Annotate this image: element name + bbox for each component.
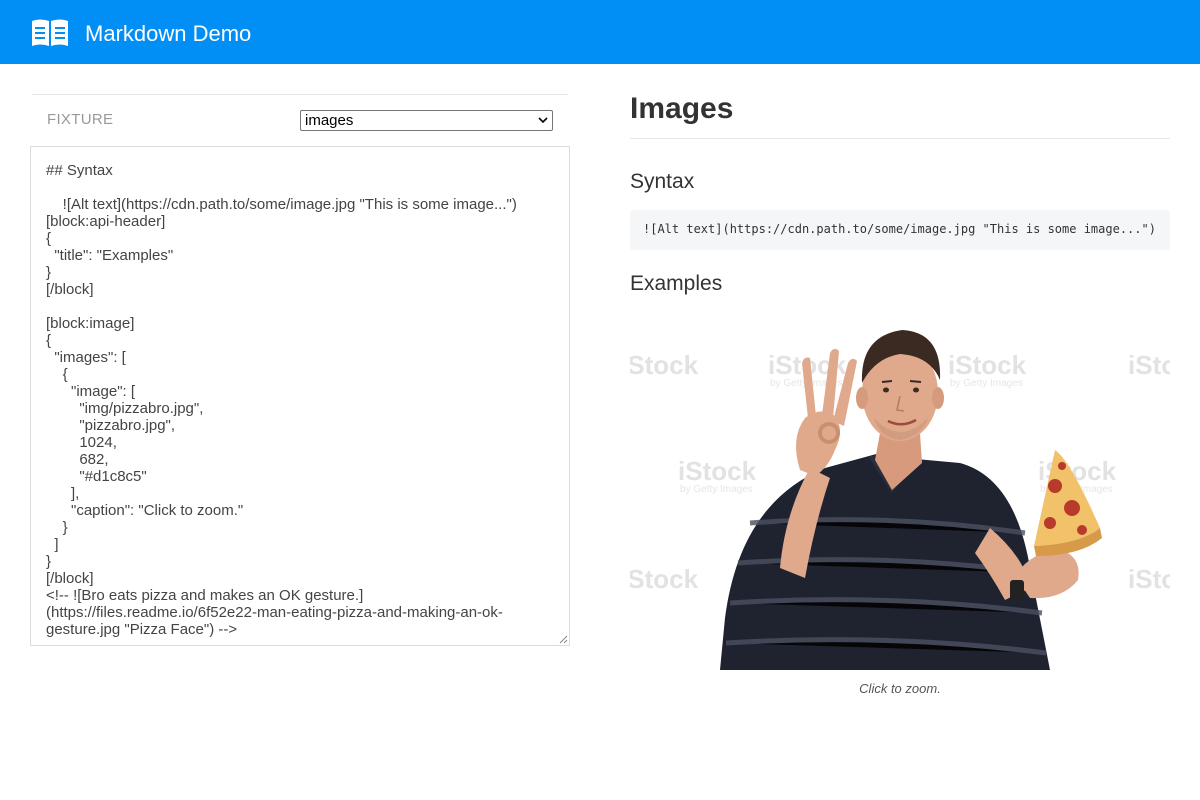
fixture-select-value: images [305,112,354,129]
watermark: iStock [678,456,757,486]
watermark-sub: by Getty Images [680,484,753,495]
watermark-sub: by Getty Images [950,378,1023,389]
image-caption: Click to zoom. [859,681,941,696]
watermark: iStock [630,350,699,380]
watermark: iStock [630,564,699,594]
watermark: iStock [1128,350,1170,380]
fixture-select[interactable]: images [300,110,553,131]
editor-text[interactable]: ## Syntax ![Alt text](https://cdn.path.t… [46,162,554,638]
app-title: Markdown Demo [85,21,252,46]
fixture-label: FIXTURE [47,111,114,128]
chevron-down-icon [538,117,548,124]
markdown-editor[interactable]: ## Syntax ![Alt text](https://cdn.path.t… [30,146,570,646]
fixture-row: FIXTURE images [32,94,568,146]
example-image[interactable]: iStock iStock iStock iStock iStock iStoc… [630,318,1170,670]
code-text: ![Alt text](https://cdn.path.to/some/ima… [643,222,1156,236]
watermark: iStock [1128,564,1170,594]
preview-panel: Images Syntax ![Alt text](https://cdn.pa… [630,90,1170,696]
editor-panel: FIXTURE images ## Syntax ![Alt text](htt… [30,94,570,646]
top-bar: Markdown Demo [0,0,1200,64]
syntax-heading: Syntax [630,170,695,193]
code-block: ![Alt text](https://cdn.path.to/some/ima… [630,210,1170,250]
open-book-icon [32,19,68,46]
page-title: Images [630,90,1170,139]
watermark: iStock [948,350,1027,380]
man-eating-pizza-image[interactable]: iStock iStock iStock iStock iStock iStoc… [630,318,1170,670]
examples-heading: Examples [630,272,723,295]
resize-handle-icon[interactable] [558,634,568,644]
